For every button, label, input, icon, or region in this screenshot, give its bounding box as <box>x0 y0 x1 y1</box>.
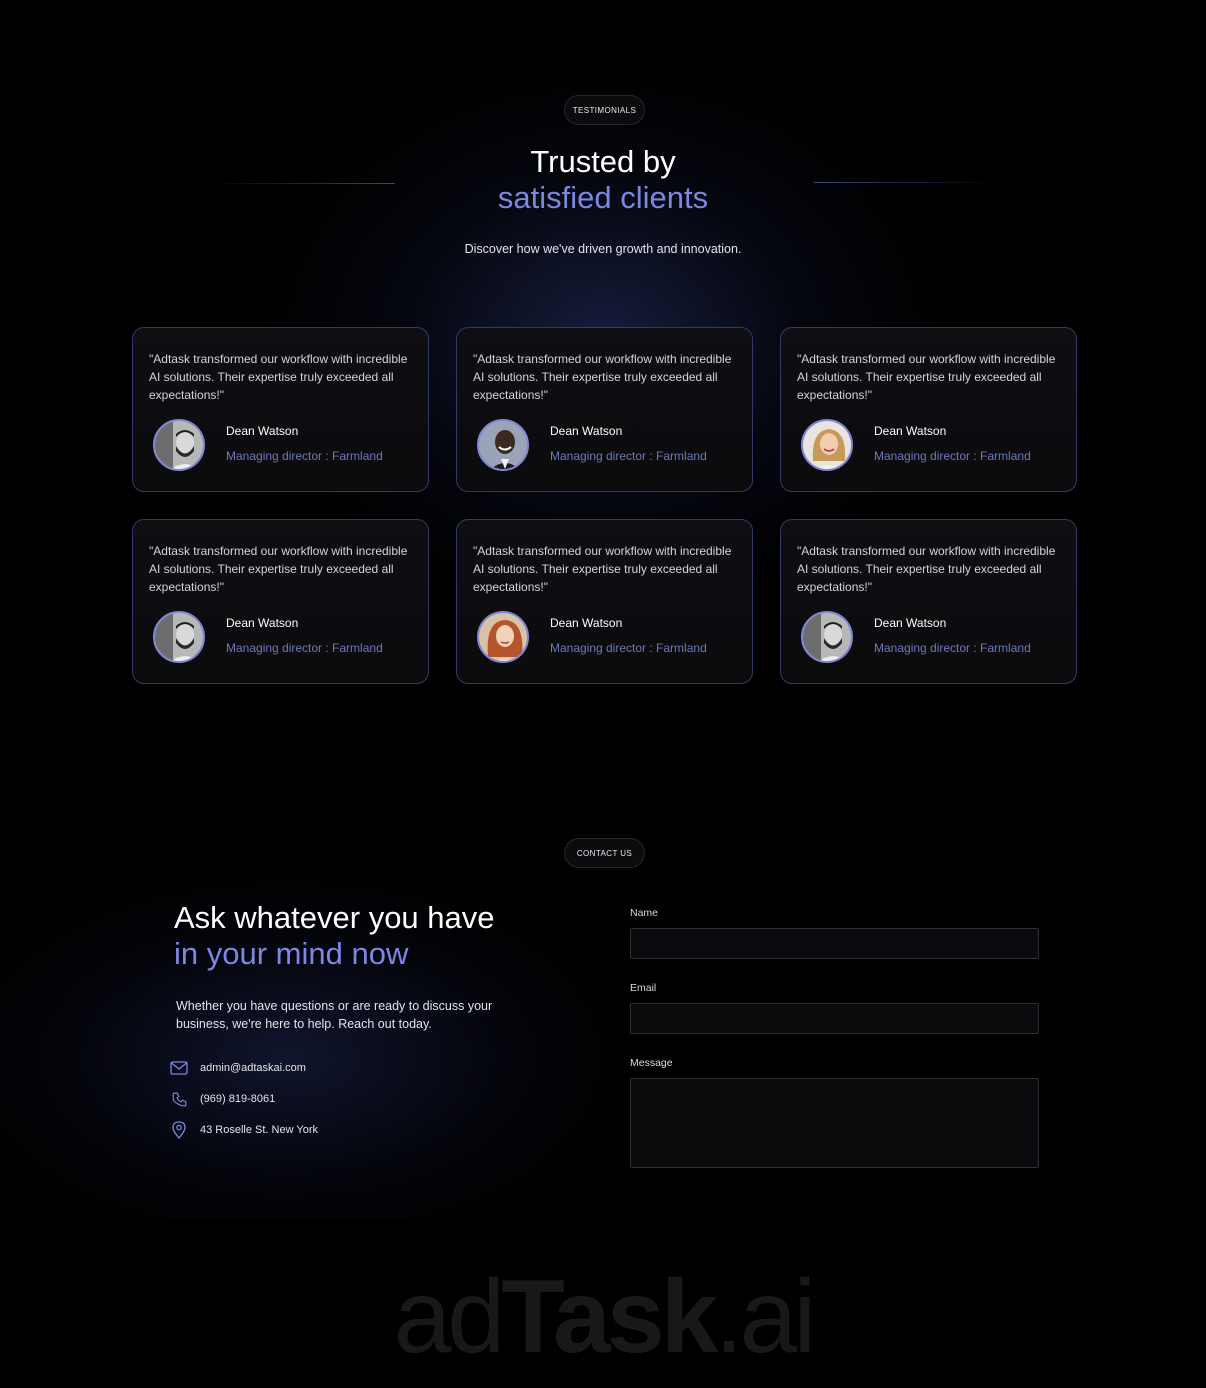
testimonial-card: "Adtask transformed our workflow with in… <box>780 519 1077 684</box>
testimonial-name: Dean Watson <box>550 424 623 438</box>
avatar-woman-redhead <box>477 611 529 663</box>
testimonials-subtitle: Discover how we've driven growth and inn… <box>464 242 742 256</box>
testimonial-card: "Adtask transformed our workflow with in… <box>132 327 429 492</box>
testimonial-quote: "Adtask transformed our workflow with in… <box>473 352 732 402</box>
testimonial-role: Managing director : Farmland <box>226 641 383 655</box>
testimonial-name: Dean Watson <box>874 424 947 438</box>
testimonial-card: "Adtask transformed our workflow with in… <box>132 519 429 684</box>
testimonial-name: Dean Watson <box>550 616 623 630</box>
contact-phone-row[interactable]: (969) 819-8061 <box>170 1090 275 1108</box>
testimonial-name: Dean Watson <box>874 616 947 630</box>
brand-part-ad: ad <box>393 1259 506 1375</box>
contact-description: Whether you have questions or are ready … <box>176 999 493 1031</box>
phone-icon <box>170 1090 188 1108</box>
divider-right <box>814 182 999 183</box>
email-label: Email <box>630 982 657 994</box>
message-label: Message <box>630 1057 673 1069</box>
brand-part-task: Task <box>501 1259 718 1375</box>
testimonial-role: Managing director : Farmland <box>874 449 1031 463</box>
testimonial-role: Managing director : Farmland <box>874 641 1031 655</box>
testimonial-card: "Adtask transformed our workflow with in… <box>456 327 753 492</box>
testimonial-quote: "Adtask transformed our workflow with in… <box>797 544 1056 594</box>
avatar-man-beard-bw <box>801 611 853 663</box>
testimonial-role: Managing director : Farmland <box>550 641 707 655</box>
contact-email[interactable]: admin@adtaskai.com <box>200 1062 306 1074</box>
name-input[interactable] <box>630 928 1039 959</box>
testimonials-badge: TESTIMONIALS <box>564 95 645 125</box>
location-pin-icon <box>170 1121 188 1139</box>
avatar-man-smiling <box>477 419 529 471</box>
testimonial-role: Managing director : Farmland <box>226 449 383 463</box>
mail-icon <box>170 1059 188 1077</box>
avatar-man-beard-bw <box>153 419 205 471</box>
avatar-woman-blonde <box>801 419 853 471</box>
testimonial-quote: "Adtask transformed our workflow with in… <box>149 352 408 402</box>
contact-title: Ask whatever you have in your mind now <box>174 900 594 972</box>
contact-title-line-2: in your mind now <box>174 936 409 971</box>
avatar-man-beard-bw <box>153 611 205 663</box>
divider-left <box>210 183 395 184</box>
contact-title-line-1: Ask whatever you have <box>174 900 495 935</box>
message-textarea[interactable] <box>630 1078 1039 1168</box>
name-label: Name <box>630 907 659 919</box>
title-line-1: Trusted by <box>530 144 676 179</box>
testimonial-role: Managing director : Farmland <box>550 449 707 463</box>
contact-address: 43 Roselle St. New York <box>200 1124 319 1136</box>
testimonial-name: Dean Watson <box>226 616 299 630</box>
testimonials-title: Trusted by satisfied clients <box>400 144 806 216</box>
brand-wordmark: adTask.ai <box>0 1262 1206 1372</box>
contact-phone[interactable]: (969) 819-8061 <box>200 1093 275 1105</box>
testimonial-quote: "Adtask transformed our workflow with in… <box>797 352 1056 402</box>
testimonial-card: "Adtask transformed our workflow with in… <box>456 519 753 684</box>
title-line-2: satisfied clients <box>497 180 709 215</box>
testimonial-card: "Adtask transformed our workflow with in… <box>780 327 1077 492</box>
testimonial-quote: "Adtask transformed our workflow with in… <box>149 544 408 594</box>
testimonial-quote: "Adtask transformed our workflow with in… <box>473 544 732 594</box>
testimonial-name: Dean Watson <box>226 424 299 438</box>
contact-address-row: 43 Roselle St. New York <box>170 1121 318 1139</box>
brand-part-ai: .ai <box>714 1259 817 1375</box>
email-input[interactable] <box>630 1003 1039 1034</box>
contact-badge: CONTACT US <box>564 838 645 868</box>
contact-email-row[interactable]: admin@adtaskai.com <box>170 1059 306 1077</box>
